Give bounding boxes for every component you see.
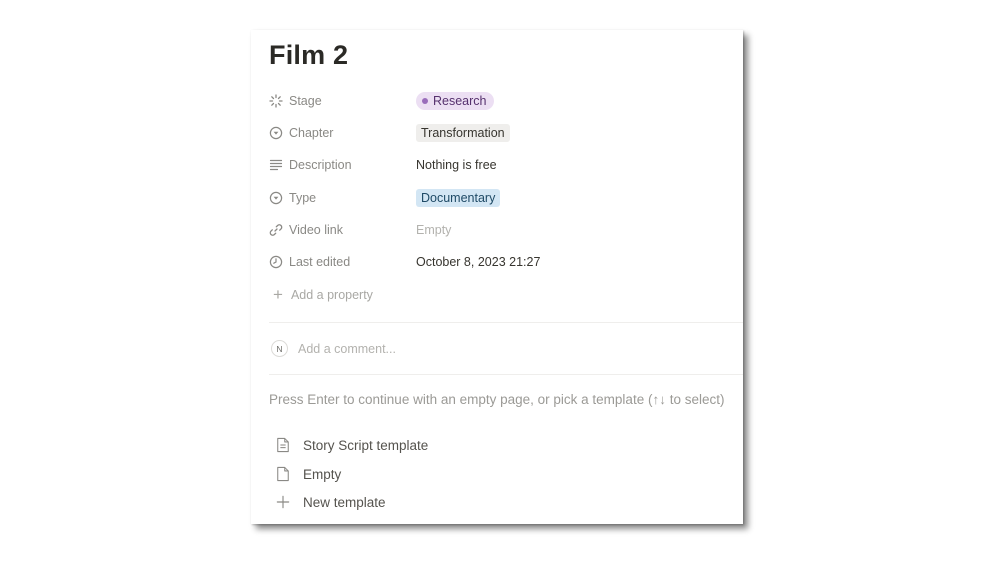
- template-item-empty[interactable]: Empty: [275, 463, 495, 485]
- text-icon: [269, 158, 283, 172]
- template-item-new[interactable]: New template: [275, 491, 495, 513]
- property-row-last-edited[interactable]: Last edited October 8, 2023 21:27: [269, 250, 739, 274]
- add-property-label: Add a property: [290, 287, 373, 302]
- template-item-story-script[interactable]: Story Script template: [275, 434, 495, 456]
- property-name-chapter[interactable]: Chapter: [269, 126, 416, 140]
- plus-icon: +: [273, 285, 283, 304]
- select-icon: [269, 191, 283, 205]
- status-icon: [269, 94, 283, 108]
- property-name-stage[interactable]: Stage: [269, 94, 416, 108]
- property-name-description[interactable]: Description: [269, 158, 416, 172]
- property-row-stage[interactable]: Stage Research: [269, 89, 739, 113]
- page-card: Film 2 Stage Research Chapter Transforma…: [251, 30, 743, 524]
- select-tag[interactable]: Transformation: [416, 124, 510, 142]
- template-label: Empty: [303, 466, 342, 482]
- property-row-description[interactable]: Description Nothing is free: [269, 153, 739, 177]
- property-value-description[interactable]: Nothing is free: [416, 158, 497, 172]
- status-dot-icon: [422, 98, 428, 104]
- property-name-last-edited[interactable]: Last edited: [269, 255, 416, 269]
- property-label: Type: [289, 191, 317, 205]
- avatar: N: [271, 340, 288, 357]
- page-title[interactable]: Film 2: [269, 40, 348, 71]
- property-row-type[interactable]: Type Documentary: [269, 186, 739, 210]
- property-label: Video link: [289, 223, 343, 237]
- property-value-stage[interactable]: Research: [416, 92, 494, 110]
- property-name-video-link[interactable]: Video link: [269, 223, 416, 237]
- property-name-type[interactable]: Type: [269, 191, 416, 205]
- property-label: Last edited: [289, 255, 351, 269]
- clock-icon: [269, 255, 283, 269]
- plus-icon: [275, 493, 291, 511]
- property-value-chapter[interactable]: Transformation: [416, 124, 510, 142]
- status-label: Research: [433, 94, 487, 108]
- template-hint: Press Enter to continue with an empty pa…: [269, 392, 725, 407]
- property-value-video-link[interactable]: Empty: [416, 223, 451, 237]
- select-icon: [269, 126, 283, 140]
- page-icon: [275, 465, 291, 483]
- divider: [269, 374, 743, 375]
- comment-bar[interactable]: N: [269, 340, 598, 357]
- divider: [269, 322, 743, 323]
- property-label: Chapter: [289, 126, 334, 140]
- property-row-chapter[interactable]: Chapter Transformation: [269, 121, 739, 145]
- template-label: New template: [303, 494, 386, 510]
- property-row-video-link[interactable]: Video link Empty: [269, 218, 739, 242]
- select-tag[interactable]: Documentary: [416, 189, 501, 207]
- property-value-last-edited: October 8, 2023 21:27: [416, 255, 541, 269]
- template-label: Story Script template: [303, 437, 429, 453]
- link-icon: [269, 223, 283, 237]
- add-property-button[interactable]: + Add a property: [273, 286, 373, 303]
- property-label: Description: [289, 158, 352, 172]
- comment-input[interactable]: [298, 341, 598, 356]
- status-badge[interactable]: Research: [416, 92, 494, 110]
- document-icon: [275, 436, 291, 454]
- property-value-type[interactable]: Documentary: [416, 189, 501, 207]
- property-label: Stage: [289, 94, 322, 108]
